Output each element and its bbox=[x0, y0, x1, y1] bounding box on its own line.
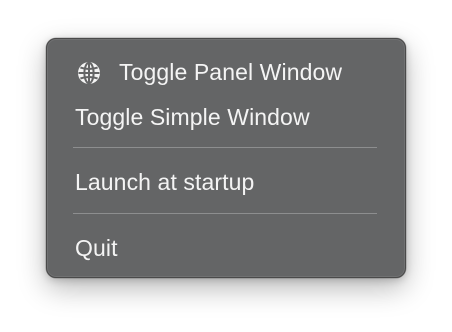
menu-item-toggle-simple-window[interactable]: Toggle Simple Window bbox=[47, 100, 405, 134]
menu-item-label: Launch at startup bbox=[75, 168, 255, 195]
menu-item-label: Quit bbox=[75, 234, 118, 261]
menu-separator bbox=[73, 147, 377, 148]
globe-icon bbox=[77, 61, 101, 85]
context-menu: Toggle Panel Window Toggle Simple Window… bbox=[46, 38, 406, 278]
menu-item-quit[interactable]: Quit bbox=[47, 231, 405, 265]
menu-item-launch-at-startup[interactable]: Launch at startup bbox=[47, 165, 405, 199]
menu-item-label: Toggle Panel Window bbox=[119, 58, 343, 85]
menu-separator bbox=[73, 213, 377, 214]
menu-item-label: Toggle Simple Window bbox=[75, 103, 310, 130]
menu-item-toggle-panel-window[interactable]: Toggle Panel Window bbox=[47, 55, 405, 89]
